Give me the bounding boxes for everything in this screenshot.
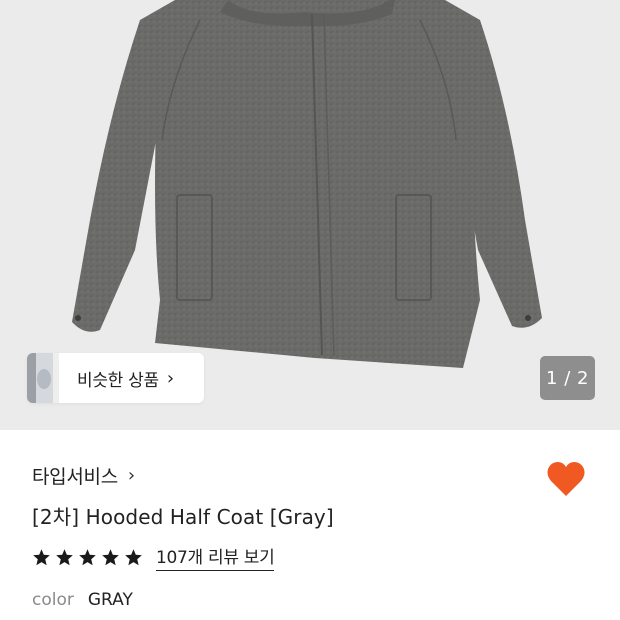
- star-icon: [79, 548, 96, 565]
- star-icon: [102, 548, 119, 565]
- chevron-right-icon: ›: [127, 465, 136, 486]
- brand-link[interactable]: 타입서비스 ›: [32, 462, 135, 489]
- color-option: color GRAY: [32, 590, 133, 610]
- product-image-gallery[interactable]: 비슷한 상품 › 1 / 2: [0, 0, 620, 430]
- brand-name: 타입서비스: [32, 466, 118, 488]
- similar-products-button[interactable]: 비슷한 상품 ›: [27, 353, 204, 403]
- product-title: [2차] Hooded Half Coat [Gray]: [32, 505, 334, 529]
- heart-icon[interactable]: [546, 460, 586, 498]
- image-pager: 1 / 2: [540, 356, 595, 400]
- similar-products-label: 비슷한 상품: [77, 370, 159, 391]
- rating-row: 107개 리뷰 보기: [32, 543, 275, 571]
- star-rating: [32, 548, 147, 567]
- similar-product-thumbnail: [27, 353, 59, 403]
- view-reviews-link[interactable]: 107개 리뷰 보기: [156, 543, 275, 571]
- option-label: color: [32, 590, 74, 610]
- star-icon: [125, 548, 142, 565]
- chevron-right-icon: ›: [166, 367, 175, 389]
- option-value: GRAY: [87, 590, 133, 610]
- star-icon: [33, 548, 50, 565]
- star-icon: [56, 548, 73, 565]
